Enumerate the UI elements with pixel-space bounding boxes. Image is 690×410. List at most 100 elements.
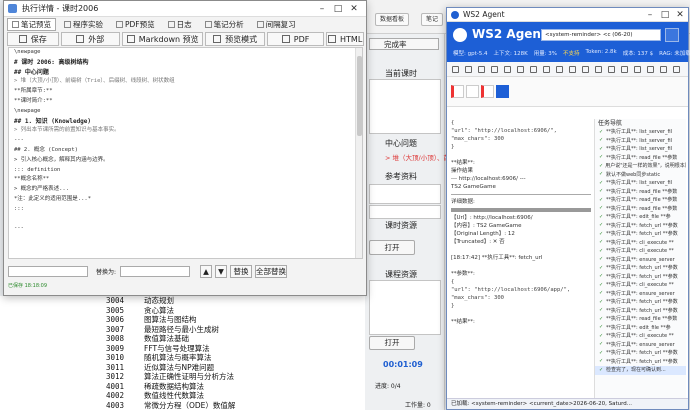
- task-nav-item[interactable]: ✓ **执行工具**: fetch_url **参数: [595, 230, 686, 239]
- exec-tab-2[interactable]: PDF预览: [111, 18, 160, 31]
- completion-toggle[interactable]: 完成率: [369, 38, 439, 50]
- course-row[interactable]: 3007 最短路径与最小生成树: [0, 325, 365, 335]
- task-nav-item[interactable]: ✓ **执行工具**: ensure_server: [595, 290, 686, 299]
- exec-tab-0[interactable]: 笔记预览: [7, 18, 56, 31]
- task-nav-item[interactable]: ✓ **执行工具**: ensure_server: [595, 256, 686, 265]
- save-icon[interactable]: [478, 66, 485, 73]
- task-nav-item[interactable]: ✓ **执行工具**: cli_execute **: [595, 281, 686, 290]
- replace-input[interactable]: [120, 265, 191, 277]
- external-button[interactable]: 外部: [60, 32, 121, 46]
- task-nav-item[interactable]: ✓ **执行工具**: edit_file **参: [595, 213, 686, 222]
- editor-scrollbar[interactable]: [355, 48, 362, 258]
- replace-button[interactable]: 替换: [230, 264, 253, 278]
- course-row[interactable]: 3006 图算法与图结构: [0, 315, 365, 325]
- settings-icon[interactable]: [556, 66, 563, 73]
- task-nav-item[interactable]: ✓ **执行工具**: fetch_url **参数: [595, 298, 686, 307]
- task-nav-item[interactable]: ✓ **执行工具**: read_file **参数: [595, 188, 686, 197]
- course-row[interactable]: 4002 数值线性代数算法: [0, 391, 365, 401]
- export-icon[interactable]: [595, 66, 602, 73]
- ws2-tab-1[interactable]: [451, 85, 464, 98]
- redo-icon[interactable]: [504, 66, 511, 73]
- edit-icon[interactable]: [665, 28, 679, 42]
- find-next-button[interactable]: ▼: [215, 264, 228, 278]
- exec-tab-1[interactable]: 程序实验: [59, 18, 108, 31]
- course-row[interactable]: 4001 稀疏数据结构算法: [0, 382, 365, 392]
- dashboard-button[interactable]: 数据看板: [375, 13, 410, 26]
- add-icon[interactable]: [452, 66, 459, 73]
- open-lesson-resource-button[interactable]: 打开: [369, 240, 415, 255]
- course-row[interactable]: 3004 动态规划: [0, 296, 365, 306]
- task-nav-label: **执行工具**: fetch_url **参数: [606, 307, 678, 314]
- task-nav-item[interactable]: ✓ **执行工具**: read_file **参数: [595, 154, 686, 163]
- task-nav-item[interactable]: ✓ **执行工具**: fetch_url **参数: [595, 349, 686, 358]
- task-nav-item[interactable]: ✓ **执行工具**: fetch_url **参数: [595, 264, 686, 273]
- ws2-minimize-icon[interactable]: –: [644, 9, 656, 21]
- task-nav-item[interactable]: ✓ **执行工具**: ensure_server: [595, 341, 686, 350]
- task-nav-item[interactable]: ✓ **执行工具**: list_server_fil: [595, 179, 686, 188]
- task-nav-item[interactable]: ✓ **执行工具**: cli_execute **: [595, 247, 686, 256]
- replace-all-button[interactable]: 全部替换: [255, 264, 288, 278]
- course-row[interactable]: 3009 FFT与信号处理算法: [0, 344, 365, 354]
- trash-icon[interactable]: [543, 66, 550, 73]
- minimize-icon[interactable]: –: [316, 3, 328, 15]
- exec-tab-5[interactable]: 间隔复习: [252, 18, 301, 31]
- paste-icon[interactable]: [530, 66, 537, 73]
- close-icon[interactable]: ✕: [348, 3, 360, 15]
- task-nav-item[interactable]: ✓ **执行工具**: list_server_fil: [595, 145, 686, 154]
- ws2-tab-2[interactable]: [466, 85, 479, 98]
- find-input[interactable]: [8, 265, 88, 277]
- markdown-editor[interactable]: \newpage # 课时 2006: 高级树结构 ## 中心问题 > 堆（大顶/小顶…: [8, 47, 363, 259]
- pdf-button[interactable]: PDF: [266, 32, 325, 46]
- task-nav-item[interactable]: ✓ **执行工具**: read_file **参数: [595, 196, 686, 205]
- task-nav-item[interactable]: ✓ **执行工具**: list_server_fil: [595, 128, 686, 137]
- search-field[interactable]: [369, 205, 441, 219]
- course-row[interactable]: 3011 近似算法与NP难问题: [0, 363, 365, 373]
- refresh-icon[interactable]: [569, 66, 576, 73]
- ws2-maximize-icon[interactable]: □: [659, 9, 671, 21]
- folder-icon[interactable]: [465, 66, 472, 73]
- preview-mode-button[interactable]: 预览模式: [205, 32, 265, 46]
- task-nav-item[interactable]: ✓ **执行工具**: fetch_url **参数: [595, 307, 686, 316]
- maximize-icon[interactable]: □: [332, 3, 344, 15]
- notes-button[interactable]: 笔记: [421, 13, 444, 26]
- save-button[interactable]: 保存: [7, 32, 59, 46]
- task-nav-item[interactable]: ✓ **执行工具**: cli_execute **: [595, 239, 686, 248]
- find-prev-button[interactable]: ▲: [200, 264, 213, 278]
- chat-transcript[interactable]: { "url": "http://localhost:6906/", "max_…: [451, 119, 591, 405]
- exec-tab-3[interactable]: 日志: [163, 18, 197, 31]
- ws2-tab-4[interactable]: [496, 85, 509, 98]
- ws2-close-icon[interactable]: ✕: [674, 9, 686, 21]
- task-nav-item[interactable]: ✓ **执行工具**: edit_file **参: [595, 324, 686, 333]
- html-button[interactable]: HTML: [326, 32, 365, 46]
- open-course-resource-button[interactable]: 打开: [369, 336, 415, 350]
- search-icon[interactable]: [621, 66, 628, 73]
- exec-tab-4[interactable]: 笔记分析: [200, 18, 249, 31]
- task-nav-item[interactable]: ✓ 检查完了，现在可确认到...: [595, 366, 686, 375]
- task-nav-item[interactable]: ✓ **执行工具**: fetch_url **参数: [595, 222, 686, 231]
- more-icon[interactable]: [673, 66, 680, 73]
- copy-icon[interactable]: [517, 66, 524, 73]
- ws2-tab-3[interactable]: [481, 85, 494, 98]
- task-nav-item[interactable]: ✓ **执行工具**: read_file **参数: [595, 315, 686, 324]
- task-nav-item[interactable]: ✓ **执行工具**: fetch_url **参数: [595, 358, 686, 367]
- attach-icon[interactable]: [582, 66, 589, 73]
- code-icon[interactable]: [647, 66, 654, 73]
- image-icon[interactable]: [608, 66, 615, 73]
- session-select[interactable]: <system-reminder> <c (06-20): [541, 29, 661, 41]
- course-row[interactable]: 3005 贪心算法: [0, 306, 365, 316]
- scrollbar-thumb[interactable]: [357, 56, 362, 136]
- undo-icon[interactable]: [491, 66, 498, 73]
- course-row[interactable]: 4003 常微分方程（ODE）数值解: [0, 401, 365, 410]
- task-nav-item[interactable]: ✓ **执行工具**: read_file **参数: [595, 205, 686, 214]
- course-row[interactable]: 3010 随机算法与概率算法: [0, 353, 365, 363]
- pin-icon[interactable]: [660, 66, 667, 73]
- task-nav-item[interactable]: ✓ **执行工具**: list_server_fil: [595, 137, 686, 146]
- task-nav-item[interactable]: ✓ 用户说"还是一样的效果"，说明根本原因: [595, 162, 686, 171]
- task-nav-item[interactable]: ✓ 默认不做web同步static: [595, 171, 686, 180]
- task-nav-item[interactable]: ✓ **执行工具**: fetch_url **参数: [595, 273, 686, 282]
- course-row[interactable]: 3008 数值算法基础: [0, 334, 365, 344]
- task-nav-item[interactable]: ✓ **执行工具**: cli_execute **: [595, 332, 686, 341]
- filter-icon[interactable]: [634, 66, 641, 73]
- markdown-preview-button[interactable]: Markdown 预览: [122, 32, 204, 46]
- course-row[interactable]: 3012 算法正确性证明与分析方法: [0, 372, 365, 382]
